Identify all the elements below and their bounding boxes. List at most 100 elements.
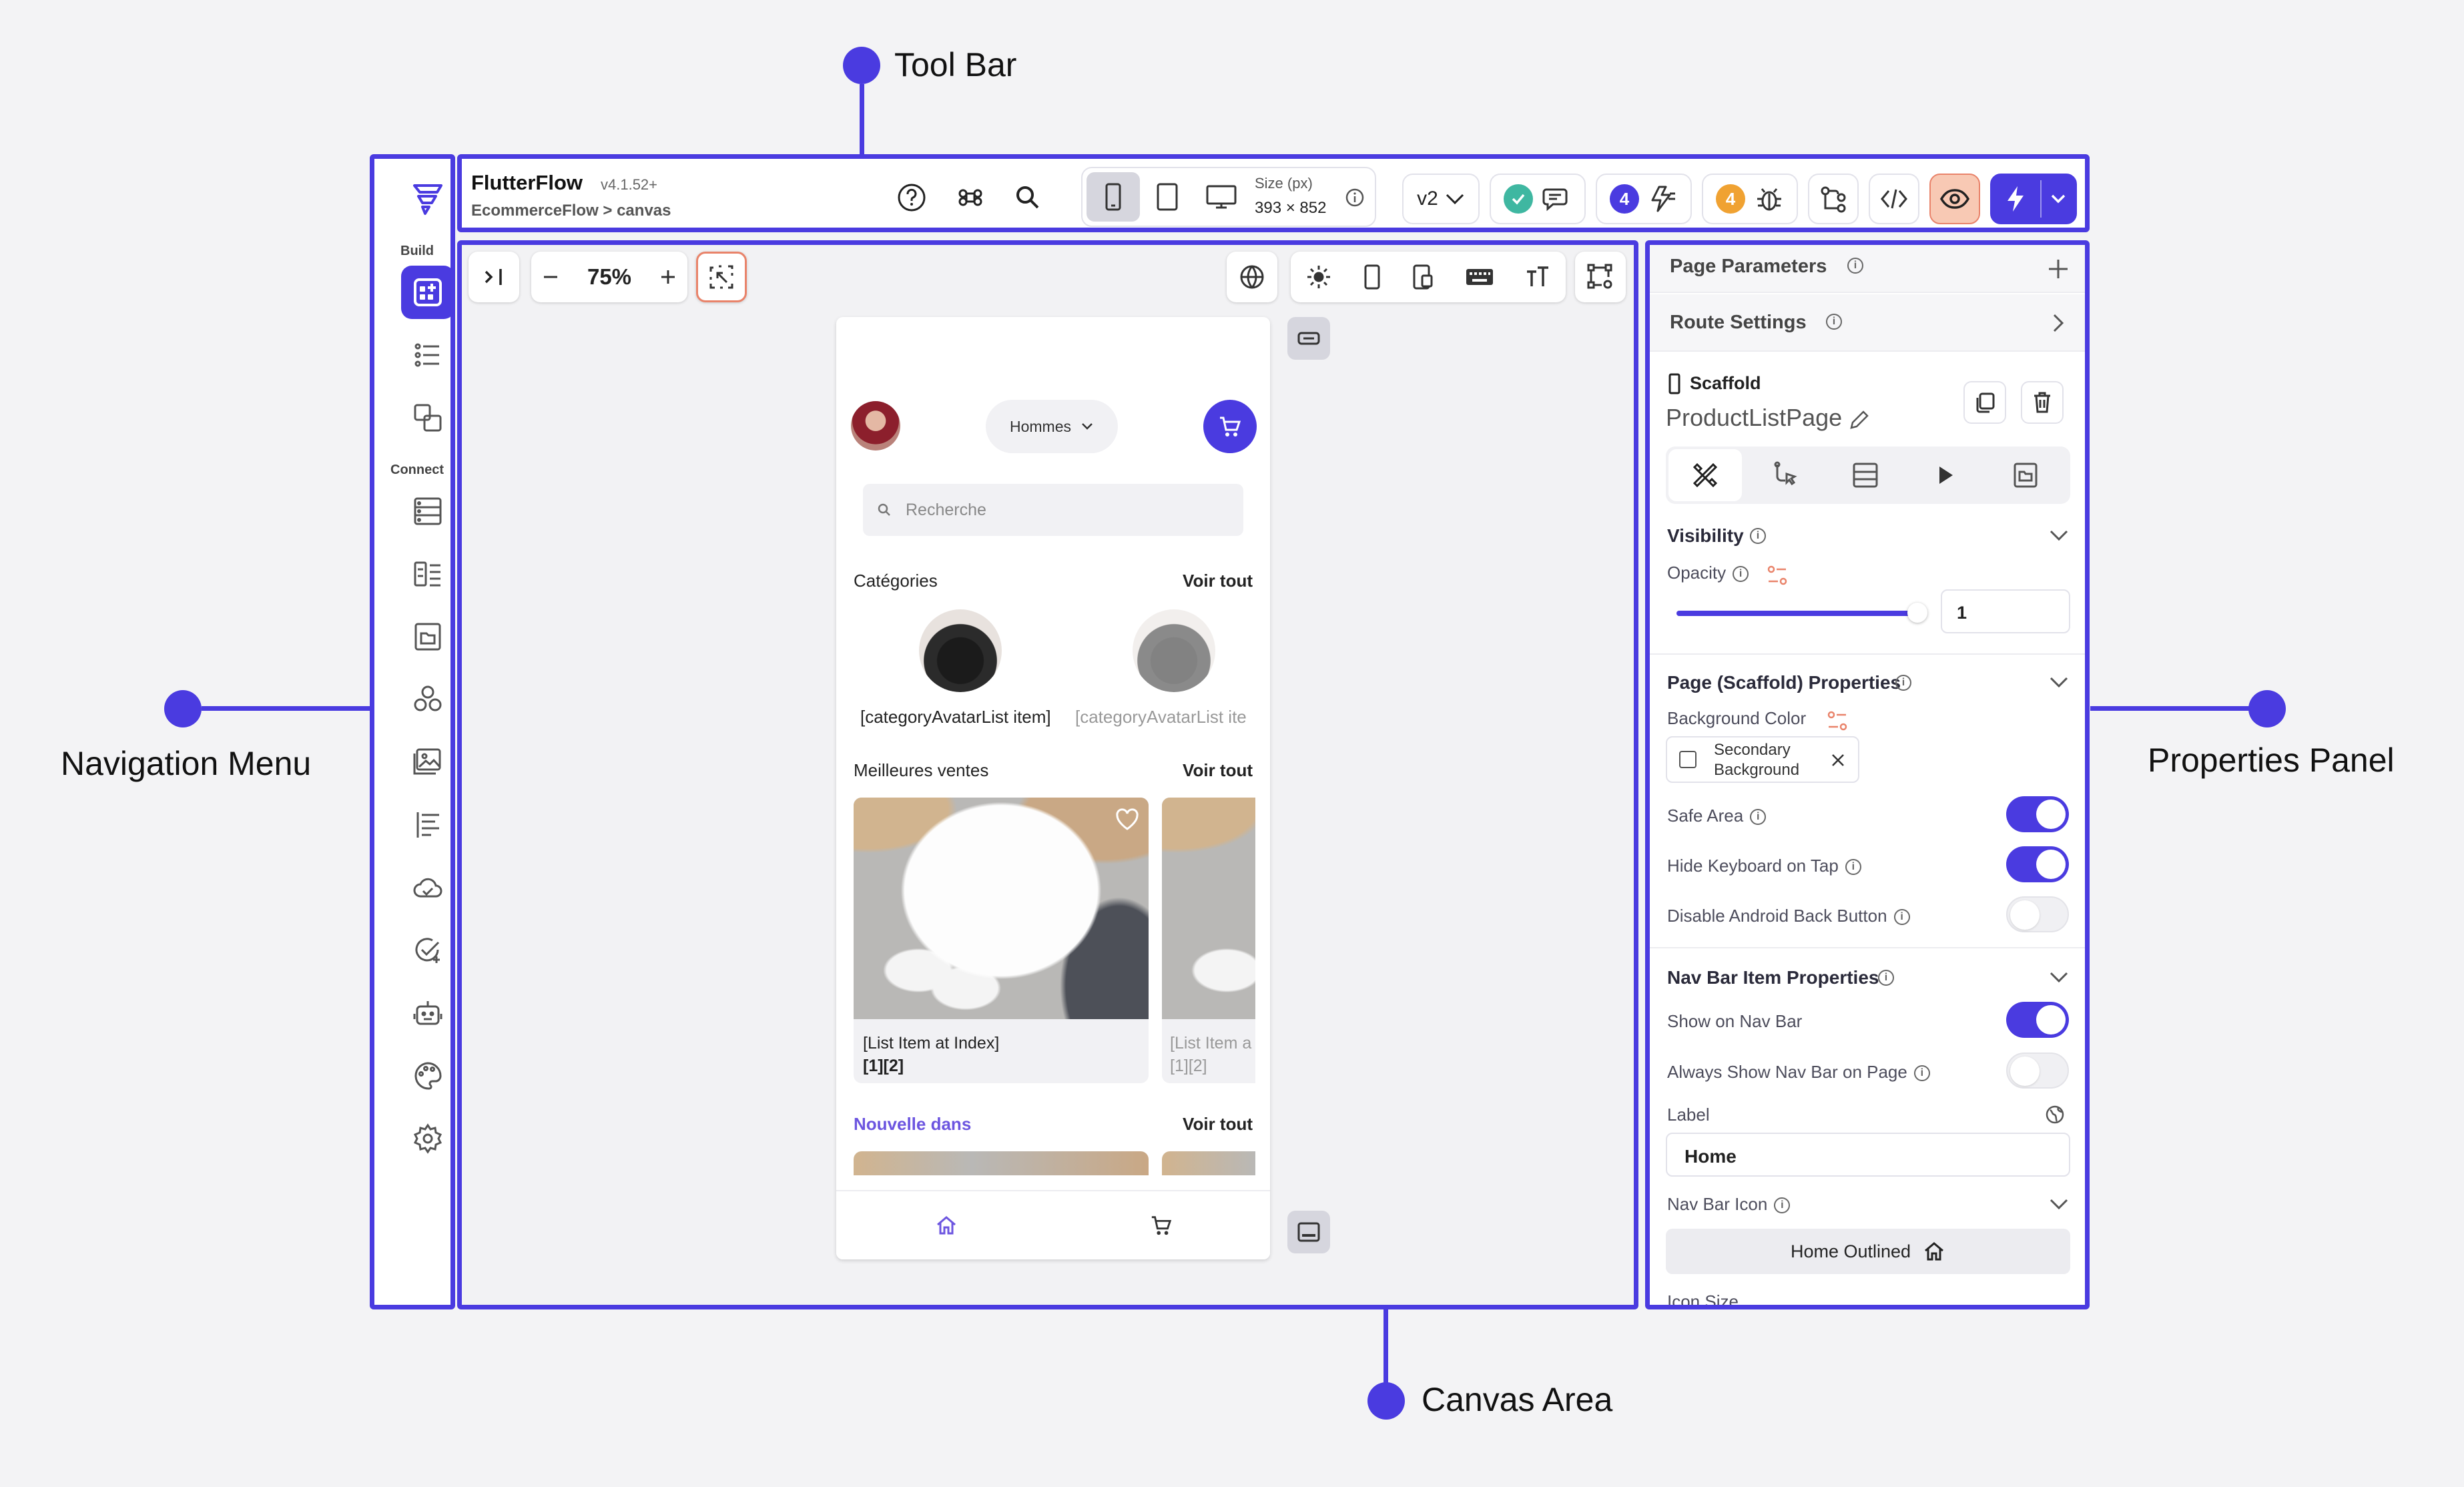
media-icon[interactable] <box>401 735 454 789</box>
tab-animations[interactable] <box>1909 449 1982 501</box>
duplicate-button[interactable] <box>1963 381 2006 424</box>
tab-documentation[interactable] <box>1989 449 2062 501</box>
warnings-button[interactable]: 4 <box>1596 174 1692 224</box>
command-icon[interactable] <box>950 178 990 218</box>
zoom-in-icon[interactable] <box>658 267 678 287</box>
close-icon[interactable] <box>1830 752 1846 768</box>
branching-button[interactable] <box>1808 174 1859 224</box>
info-icon[interactable]: i <box>1845 859 1861 876</box>
flutterflow-logo[interactable] <box>401 171 454 224</box>
navbar-properties-section[interactable]: Nav Bar Item Properties i <box>1650 967 2085 994</box>
info-icon[interactable]: i <box>1733 566 1749 583</box>
errors-button[interactable]: 4 <box>1702 174 1798 224</box>
category-avatar[interactable] <box>1133 609 1215 692</box>
navbar-icon-picker[interactable]: Home Outlined <box>1666 1229 2070 1274</box>
bestsellers-see-all-link[interactable]: Voir tout <box>1183 760 1253 781</box>
avatar[interactable] <box>851 401 900 451</box>
variable-icon[interactable] <box>1766 564 1789 587</box>
variable-icon[interactable] <box>1826 709 1849 732</box>
info-icon[interactable]: i <box>1750 528 1766 544</box>
run-options-chevron-icon[interactable] <box>2042 194 2076 204</box>
desktop-device-button[interactable] <box>1195 172 1248 222</box>
always-show-navbar-toggle[interactable] <box>2006 1053 2069 1089</box>
info-icon[interactable]: i <box>1893 909 1910 926</box>
database-icon[interactable] <box>401 485 454 538</box>
route-settings-header[interactable]: Route Settings i <box>1650 294 2085 352</box>
ai-select-button[interactable] <box>696 252 747 302</box>
favorite-icon[interactable] <box>1115 808 1139 831</box>
responsive-icon[interactable] <box>1412 264 1436 290</box>
zoom-level[interactable]: 75% <box>587 264 631 290</box>
theme-icon[interactable] <box>401 1049 454 1103</box>
zoom-out-icon[interactable] <box>541 267 561 287</box>
phone-device-button[interactable] <box>1087 172 1140 222</box>
light-mode-icon[interactable] <box>1305 264 1332 290</box>
info-icon[interactable]: i <box>1913 1065 1930 1082</box>
collaboration-button[interactable] <box>1490 174 1586 224</box>
cloud-icon[interactable] <box>401 861 454 914</box>
tablet-device-button[interactable] <box>1144 172 1191 222</box>
run-button[interactable] <box>1990 174 2077 224</box>
gender-select[interactable]: Hommes <box>986 400 1118 453</box>
add-icon[interactable] <box>2046 257 2070 281</box>
size-info-icon[interactable] <box>1341 184 1368 211</box>
language-button[interactable] <box>1227 252 1277 302</box>
chevron-down-icon[interactable] <box>2049 1198 2069 1211</box>
integrations-icon[interactable] <box>401 673 454 726</box>
text-scale-icon[interactable] <box>1524 265 1551 289</box>
label-input[interactable]: Home <box>1666 1133 2070 1177</box>
files-icon[interactable] <box>401 610 454 663</box>
app-bar-toggle-button[interactable] <box>1287 317 1330 360</box>
tab-properties[interactable] <box>1668 449 1742 501</box>
nav-bar-toggle-button[interactable] <box>1287 1211 1330 1253</box>
opacity-slider[interactable] <box>1676 603 1927 623</box>
device-frame-icon[interactable] <box>1362 264 1382 290</box>
search-icon[interactable] <box>1008 178 1048 218</box>
info-icon[interactable]: i <box>1774 1197 1791 1214</box>
product-card[interactable]: [List Item a [1][2] <box>1162 798 1255 1083</box>
code-view-button[interactable] <box>1869 174 1919 224</box>
info-icon[interactable]: i <box>1847 258 1863 274</box>
collapse-panel-button[interactable] <box>469 252 519 302</box>
widget-tree-icon[interactable] <box>401 266 454 319</box>
delete-button[interactable] <box>2021 381 2064 424</box>
preview-button[interactable] <box>1929 174 1980 224</box>
categories-see-all-link[interactable]: Voir tout <box>1183 571 1253 591</box>
help-icon[interactable] <box>892 178 932 218</box>
edit-icon[interactable] <box>1847 409 1870 432</box>
category-avatar[interactable] <box>919 609 1002 692</box>
background-color-picker[interactable]: Secondary Background <box>1666 736 1859 783</box>
cart-icon[interactable] <box>1150 1214 1173 1237</box>
info-icon[interactable]: i <box>1750 809 1767 826</box>
home-icon[interactable] <box>935 1214 958 1237</box>
cart-button[interactable] <box>1203 400 1257 453</box>
info-icon[interactable]: i <box>1878 970 1894 986</box>
list-icon[interactable] <box>401 328 454 382</box>
disable-back-toggle[interactable] <box>2006 896 2069 932</box>
tab-backend-query[interactable] <box>1829 449 1902 501</box>
tests-icon[interactable] <box>401 924 454 977</box>
product-card[interactable]: [List Item at Index] [1][2] <box>854 798 1149 1083</box>
info-icon[interactable]: i <box>1895 675 1911 691</box>
tab-actions[interactable] <box>1749 449 1822 501</box>
page-parameters-header[interactable]: Page Parameters i <box>1650 245 2085 293</box>
text-icon[interactable] <box>401 798 454 852</box>
schema-icon[interactable] <box>401 547 454 601</box>
opacity-input[interactable]: 1 <box>1941 589 2070 633</box>
globe-icon[interactable] <box>2045 1105 2065 1125</box>
version-select[interactable]: v2 <box>1402 174 1480 224</box>
components-icon[interactable] <box>401 391 454 444</box>
keyboard-icon[interactable] <box>1465 266 1494 288</box>
hide-keyboard-toggle[interactable] <box>2006 846 2069 882</box>
search-field[interactable]: Recherche <box>863 484 1243 536</box>
opacity-slider-thumb[interactable] <box>1907 603 1927 623</box>
safe-area-toggle[interactable] <box>2006 796 2069 832</box>
scaffold-properties-section[interactable]: Page (Scaffold) Properties i <box>1650 672 2085 699</box>
breadcrumb[interactable]: EcommerceFlow > canvas <box>471 202 671 220</box>
agent-icon[interactable] <box>401 986 454 1040</box>
show-on-navbar-toggle[interactable] <box>2006 1002 2069 1038</box>
visibility-section[interactable]: Visibility i <box>1650 525 2085 552</box>
settings-icon[interactable] <box>401 1112 454 1165</box>
canvas-settings-button[interactable] <box>1575 252 1626 302</box>
new-arrivals-see-all-link[interactable]: Voir tout <box>1183 1114 1253 1135</box>
